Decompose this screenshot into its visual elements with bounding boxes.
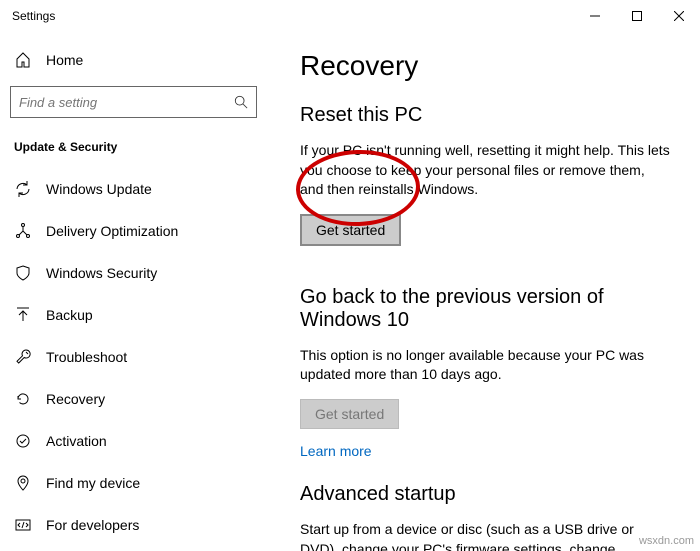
sidebar-item-label: Windows Security bbox=[46, 265, 157, 281]
reset-get-started-button[interactable]: Get started bbox=[300, 214, 401, 246]
sidebar-home[interactable]: Home bbox=[0, 40, 267, 80]
shield-icon bbox=[14, 265, 32, 281]
sidebar-item-backup[interactable]: Backup bbox=[0, 294, 267, 336]
sidebar-item-label: Activation bbox=[46, 433, 107, 449]
sidebar-item-windows-update[interactable]: Windows Update bbox=[0, 168, 267, 210]
page-title: Recovery bbox=[300, 50, 680, 82]
sidebar-item-label: Windows Update bbox=[46, 181, 152, 197]
sidebar-item-label: Troubleshoot bbox=[46, 349, 127, 365]
close-button[interactable] bbox=[658, 0, 700, 32]
content-area: Recovery Reset this PC If your PC isn't … bbox=[268, 32, 700, 551]
watermark: wsxdn.com bbox=[639, 535, 694, 547]
goback-get-started-button: Get started bbox=[300, 399, 399, 429]
backup-icon bbox=[14, 307, 32, 323]
delivery-icon bbox=[14, 223, 32, 239]
home-icon bbox=[14, 52, 32, 68]
search-box[interactable] bbox=[10, 86, 257, 118]
sidebar-item-for-developers[interactable]: For developers bbox=[0, 504, 267, 546]
sidebar-item-label: Find my device bbox=[46, 475, 140, 491]
reset-heading: Reset this PC bbox=[300, 104, 680, 127]
minimize-button[interactable] bbox=[574, 0, 616, 32]
sidebar-item-recovery[interactable]: Recovery bbox=[0, 378, 267, 420]
sidebar-item-label: Delivery Optimization bbox=[46, 223, 178, 239]
sidebar: Home Update & Security Windows Update De… bbox=[0, 32, 268, 551]
sidebar-item-label: For developers bbox=[46, 517, 139, 533]
search-icon bbox=[234, 95, 248, 109]
sidebar-item-troubleshoot[interactable]: Troubleshoot bbox=[0, 336, 267, 378]
window-title: Settings bbox=[12, 9, 55, 23]
sidebar-item-delivery-optimization[interactable]: Delivery Optimization bbox=[0, 210, 267, 252]
sidebar-home-label: Home bbox=[46, 52, 83, 68]
sidebar-section-header: Update & Security bbox=[0, 132, 267, 168]
advanced-description: Start up from a device or disc (such as … bbox=[300, 520, 670, 551]
goback-heading: Go back to the previous version of Windo… bbox=[300, 286, 680, 332]
search-input[interactable] bbox=[19, 95, 234, 110]
maximize-button[interactable] bbox=[616, 0, 658, 32]
learn-more-link[interactable]: Learn more bbox=[300, 443, 372, 459]
wrench-icon bbox=[14, 349, 32, 365]
reset-description: If your PC isn't running well, resetting… bbox=[300, 141, 670, 200]
recovery-icon bbox=[14, 391, 32, 407]
sidebar-item-activation[interactable]: Activation bbox=[0, 420, 267, 462]
activation-icon bbox=[14, 433, 32, 449]
goback-description: This option is no longer available becau… bbox=[300, 346, 670, 385]
location-icon bbox=[14, 475, 32, 491]
sync-icon bbox=[14, 181, 32, 197]
developer-icon bbox=[14, 517, 32, 533]
titlebar: Settings bbox=[0, 0, 700, 32]
sidebar-item-find-my-device[interactable]: Find my device bbox=[0, 462, 267, 504]
advanced-heading: Advanced startup bbox=[300, 483, 680, 506]
sidebar-item-label: Backup bbox=[46, 307, 93, 323]
sidebar-item-label: Recovery bbox=[46, 391, 105, 407]
sidebar-item-windows-security[interactable]: Windows Security bbox=[0, 252, 267, 294]
